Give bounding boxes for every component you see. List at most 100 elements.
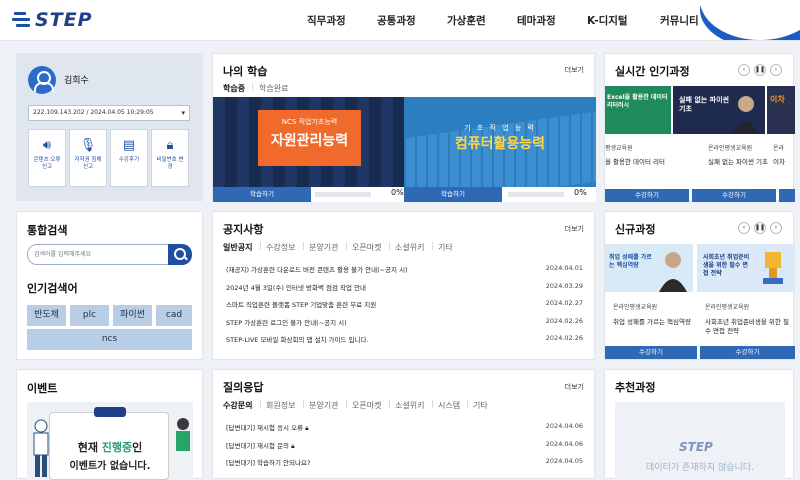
search-input[interactable]: 검색어를 입력해주세요 — [27, 244, 169, 265]
course-thumbnail[interactable]: 사회초년 취업준비생을 위한 필수 면접 전략 — [697, 244, 795, 292]
thumbnail-subtitle: 기 초 직 업 능 력 — [464, 124, 536, 132]
enroll-button[interactable]: 수강하기 — [692, 189, 776, 202]
step-logo[interactable]: STEP — [12, 9, 93, 31]
course-org: 평생교육원 — [605, 145, 633, 152]
more-link[interactable]: 더보기 — [565, 382, 584, 392]
content-error-report-button[interactable]: 🔊︎ 콘텐츠 오류 신고 — [28, 129, 66, 187]
qna-panel: 질의응답 더보기 수강문의 | 회원정보 | 분양기관 | 오픈마켓 | 소셜위… — [212, 369, 595, 479]
copyright-report-button[interactable]: 🎙︎ 저작권 침해 신고 — [69, 129, 107, 187]
course-thumbnail-resource-management[interactable]: NCS 직업기초능력 자원관리능력 — [213, 97, 405, 187]
notice-row[interactable]: STEP-LIVE 모바일 화상회의 앱 설치 가이드 입니다. 2024.02.… — [226, 334, 583, 346]
popular-courses-title: 실시간 인기과정 — [615, 65, 690, 78]
thumbnail-title: 컴퓨터활용능력 — [454, 136, 546, 152]
enroll-button[interactable] — [779, 189, 795, 202]
user-name: 김희수 — [64, 76, 89, 86]
lock-icon: 🔒︎ — [305, 424, 309, 432]
tab-in-progress[interactable]: 학습중 — [223, 83, 245, 94]
tab-institution[interactable]: 분양기관 — [309, 242, 338, 253]
course-name[interactable]: 실패 없는 파이썬 기초 — [708, 158, 772, 167]
keyword-chip[interactable]: 반도체 — [27, 305, 66, 326]
tab-system[interactable]: 시스템 — [438, 400, 460, 411]
next-arrow-icon[interactable]: › — [770, 64, 782, 76]
course-thumbnail[interactable]: 이차 — [767, 86, 795, 134]
tab-etc[interactable]: 기타 — [438, 242, 453, 253]
nav-item[interactable]: 가상훈련 — [447, 13, 486, 28]
start-learning-button[interactable]: 학습하기 — [213, 187, 311, 202]
pause-icon[interactable]: ❚❚ — [754, 222, 766, 234]
notice-row[interactable]: (재공지) 가상훈련 다운로드 버전 콘텐츠 활용 불가 안내(~공지 시) 20… — [226, 264, 583, 276]
new-courses-panel: 신규과정 ‹ ❚❚ › 취업 성패를 가르는 핵심역량 사회초년 취업준비생을 … — [604, 211, 795, 360]
start-learning-button[interactable]: 학습하기 — [404, 187, 502, 202]
keyword-chip[interactable]: ncs — [27, 329, 192, 350]
popular-keywords-title: 인기검색어 — [27, 282, 78, 295]
search-button[interactable] — [168, 244, 192, 265]
tab-member-info[interactable]: 회원정보 — [266, 400, 295, 411]
tab-social-wiki[interactable]: 소셜위키 — [395, 242, 424, 253]
tab-general-notice[interactable]: 일반공지 — [223, 242, 252, 253]
more-link[interactable]: 더보기 — [565, 224, 584, 234]
my-learning-panel: 나의 학습 더보기 학습중 | 학습완료 NCS 직업기초능력 자원관리능력 기… — [212, 53, 596, 202]
tab-institution[interactable]: 분양기관 — [309, 400, 338, 411]
event-title: 이벤트 — [27, 382, 58, 395]
tab-open-market[interactable]: 오픈마켓 — [352, 400, 381, 411]
nav-item[interactable]: 테마과정 — [517, 13, 556, 28]
notice-row[interactable]: STEP 가상훈련 로그인 불가 안내(~공지 시) 2024.02.26 — [226, 317, 583, 329]
nav-item[interactable]: 공통과정 — [377, 13, 416, 28]
progress-bar — [508, 192, 564, 197]
keyword-chip[interactable]: cad — [156, 305, 192, 326]
course-thumbnail-computer-skills[interactable]: 기 초 직 업 능 력 컴퓨터활용능력 — [404, 97, 596, 187]
tab-social-wiki[interactable]: 소셜위키 — [395, 400, 424, 411]
course-thumbnail[interactable]: Excel을 활용한 데이터 리터러시 — [605, 86, 671, 134]
course-org: 온라인평생교육원 — [705, 304, 750, 311]
tab-open-market[interactable]: 오픈마켓 — [352, 242, 381, 253]
course-org: 온라인평생교육원 — [613, 304, 658, 311]
course-thumbnail[interactable]: 취업 성패를 가르는 핵심역량 — [605, 244, 693, 292]
qna-row[interactable]: [답변대기] 재시험 문의 🔒︎ 2024.04.06 — [226, 440, 583, 452]
top-header: STEP 직무과정 공통과정 가상훈련 테마과정 K-디지털 커뮤니티 — [0, 0, 800, 41]
event-panel: 이벤트 현재 진행중인 이벤트가 없습니다. — [16, 369, 203, 480]
tab-course-inquiry[interactable]: 수강문의 — [223, 400, 252, 411]
course-thumbnail[interactable]: 실패 없는 파이썬 기초 — [673, 86, 765, 134]
course-name[interactable]: 사회초년 취업준비생을 위한 필수 면접 전략 — [705, 318, 791, 336]
more-link[interactable]: 더보기 — [565, 65, 584, 75]
search-panel: 통합검색 검색어를 입력해주세요 인기검색어 반도체 plc 파이썬 cad n… — [16, 211, 203, 360]
notice-panel: 공지사항 더보기 일반공지 | 수강정보 | 분양기관 | 오픈마켓 | 소셜위… — [212, 211, 595, 360]
course-review-button[interactable]: ▤ 수강후기 — [110, 129, 148, 187]
login-history-select[interactable]: 222.109.143.202 / 2024.04.05 10:29:05 ▾ — [28, 105, 190, 121]
lock-icon: 🔒︎ — [291, 442, 295, 450]
course-org: 온라 — [773, 145, 785, 152]
keyword-chip[interactable]: plc — [70, 305, 109, 326]
enroll-button[interactable]: 수강하기 — [605, 346, 697, 359]
prev-arrow-icon[interactable]: ‹ — [738, 64, 750, 76]
lock-icon: 🔒︎ — [166, 138, 174, 153]
notebook-icon: ▤ — [122, 138, 136, 153]
course-name[interactable]: 취업 성패를 가르는 핵심역량 — [613, 318, 693, 327]
clip-icon — [94, 407, 126, 417]
event-empty-illustration: 현재 진행중인 이벤트가 없습니다. — [27, 402, 193, 480]
enroll-button[interactable]: 수강하기 — [700, 346, 795, 359]
qna-row[interactable]: [답변대기] 재시험 응시 오류 🔒︎ 2024.04.06 — [226, 422, 583, 434]
pause-icon[interactable]: ❚❚ — [754, 64, 766, 76]
progress-bar — [315, 192, 371, 197]
thumbnail-subtitle: NCS 직업기초능력 — [281, 118, 338, 126]
course-name[interactable]: 이차 — [773, 158, 795, 167]
nav-item[interactable]: K-디지털 — [587, 13, 628, 28]
event-empty-line2: 이벤트가 없습니다. — [69, 461, 151, 472]
enroll-button[interactable]: 수강하기 — [605, 189, 689, 202]
tab-course-info[interactable]: 수강정보 — [266, 242, 295, 253]
change-password-button[interactable]: 🔒︎ 비밀번호 변경 — [151, 129, 189, 187]
keyword-chip[interactable]: 파이썬 — [113, 305, 152, 326]
instructor-photo — [659, 252, 687, 292]
nav-item[interactable]: 직무과정 — [307, 13, 346, 28]
qna-row[interactable]: [답변대기] 학습하기 안되나요? 2024.04.05 — [226, 457, 583, 469]
notice-row[interactable]: 스마트 직업훈련 플랫폼 STEP 기업맞춤 훈련 무료 지원 2024.02.2… — [226, 299, 583, 311]
course-org: 온라인평생교육원 — [708, 145, 753, 152]
tab-etc[interactable]: 기타 — [473, 400, 488, 411]
course-name[interactable]: 을 활용한 데이터 리터 — [605, 158, 671, 167]
tab-completed[interactable]: 학습완료 — [259, 83, 288, 94]
prev-arrow-icon[interactable]: ‹ — [738, 222, 750, 234]
nav-item[interactable]: 커뮤니티 — [660, 13, 699, 28]
notice-row[interactable]: 2024년 4월 3일(수) 인터넷 방화벽 점검 작업 안내 2024.03.2… — [226, 282, 583, 294]
next-arrow-icon[interactable]: › — [770, 222, 782, 234]
speaker-icon: 🔊︎ — [42, 138, 52, 153]
